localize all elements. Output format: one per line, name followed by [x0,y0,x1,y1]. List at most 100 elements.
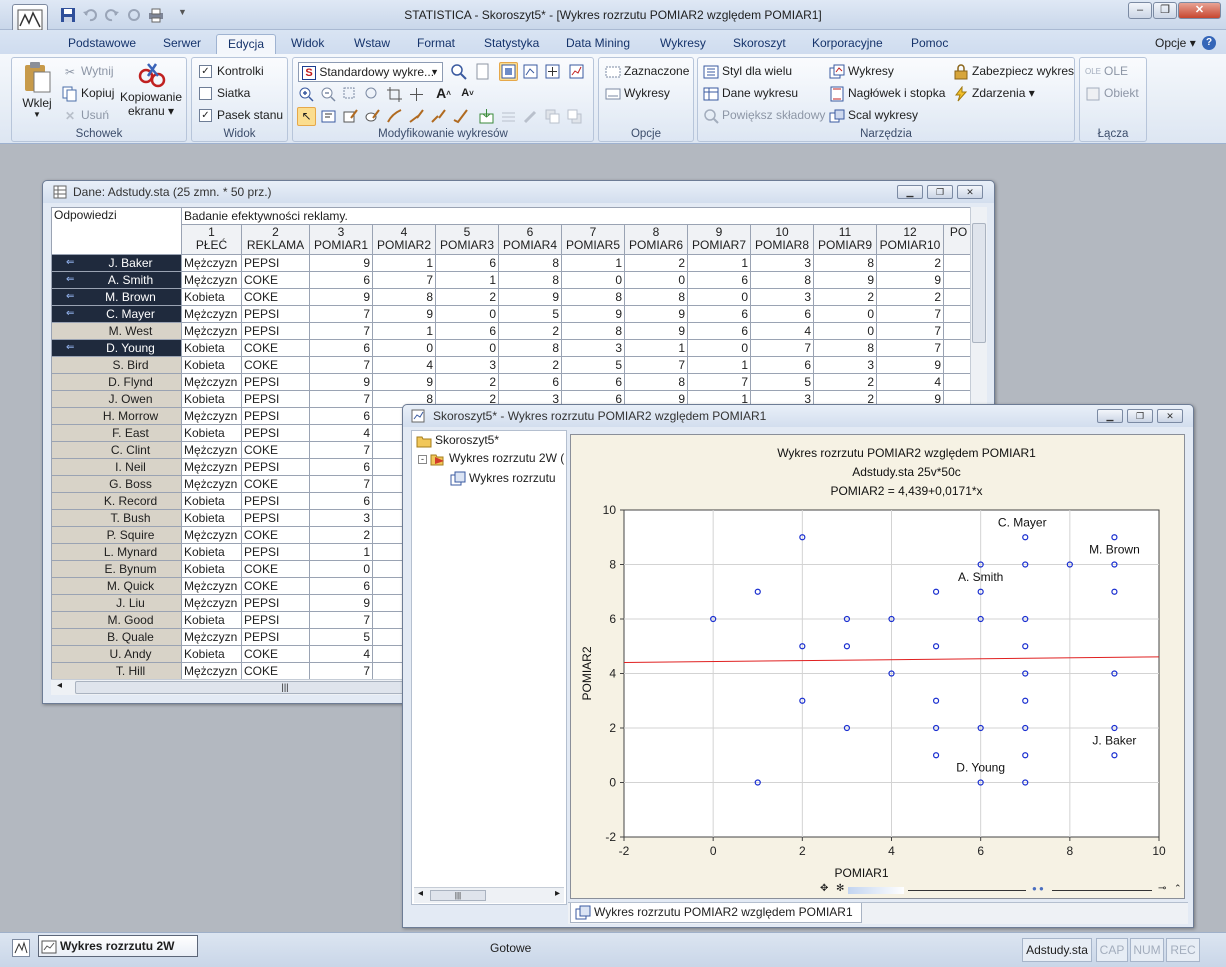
table-cell[interactable]: Mężczyzn [181,373,242,391]
table-row[interactable]: S. Bird Kobieta COKE 7 4 3 2 5 7 1 6 3 9 [51,356,970,374]
scatterplot-chart[interactable]: -2 0 2 4 6 8 10 -2 0 2 4 6 8 10 C. Mayer M. Brown A. Smi… [571,435,1184,898]
table-cell[interactable]: 8 [498,339,562,357]
close-button[interactable]: ✕ [1178,2,1221,19]
draw-freehand-icon[interactable] [385,107,404,126]
table-cell[interactable]: PEPSI [241,424,310,442]
table-cell[interactable]: 6 [309,271,373,289]
text-box-icon[interactable] [319,107,338,126]
table-cell[interactable]: 9 [309,288,373,306]
enlarge-component-button[interactable]: Powiększ składowy [703,108,825,124]
protect-chart-button[interactable]: Zabezpiecz wykres [953,64,1074,80]
table-cell[interactable]: 3 [435,356,499,374]
row-header[interactable]: ⇐ A. Smith [51,271,182,289]
pointer-icon[interactable]: ↖ [297,107,316,126]
data-window-close-button[interactable]: ✕ [957,185,983,199]
table-cell[interactable]: 9 [876,271,944,289]
table-cell[interactable]: 2 [876,288,944,306]
table-cell[interactable]: 9 [624,322,688,340]
table-cell[interactable]: Mężczyzn [181,441,242,459]
table-cell[interactable]: 0 [687,288,751,306]
table-cell[interactable]: 1 [624,339,688,357]
draw-line-icon[interactable] [407,107,426,126]
table-cell[interactable]: COKE [241,441,310,459]
tab-pomoc[interactable]: Pomoc [900,34,959,54]
table-cell[interactable]: 9 [372,373,436,391]
brush-icon[interactable] [521,107,540,126]
table-cell[interactable]: 7 [687,373,751,391]
table-cell[interactable]: Mężczyzn [181,475,242,493]
table-cell[interactable]: Kobieta [181,390,242,408]
table-cell[interactable]: 9 [561,305,625,323]
table-cell[interactable]: 7 [372,271,436,289]
table-cell[interactable]: Kobieta [181,492,242,510]
table-cell[interactable]: 0 [435,305,499,323]
draw-arrow-icon[interactable] [429,107,448,126]
tab-wstaw[interactable]: Wstaw [343,34,401,54]
table-cell[interactable]: 5 [561,356,625,374]
table-cell[interactable]: 8 [813,254,877,272]
table-cell[interactable]: 5 [498,305,562,323]
statusbar-checkbox[interactable]: ✓ Pasek stanu [199,108,283,123]
row-header[interactable]: G. Boss [51,475,182,493]
table-cell[interactable]: 7 [309,441,373,459]
table-cell[interactable]: 6 [687,271,751,289]
table-cell[interactable]: 7 [309,305,373,323]
table-cell[interactable]: Mężczyzn [181,577,242,595]
workbook-minimize-button[interactable]: ▁ [1097,409,1123,423]
table-cell[interactable]: 7 [624,356,688,374]
column-header[interactable]: 4 POMIAR2 [372,224,436,255]
column-header[interactable]: 12 POMIAR10 [876,224,944,255]
row-header[interactable]: J. Owen [51,390,182,408]
insert-object-icon[interactable] [477,107,496,126]
table-cell[interactable]: 8 [561,322,625,340]
column-header[interactable]: 1 PŁEĆ [181,224,242,255]
table-cell[interactable]: 5 [309,628,373,646]
chart-slider-2[interactable] [1052,890,1152,891]
row-header[interactable]: I. Neil [51,458,182,476]
table-cell[interactable]: 3 [813,356,877,374]
font-increase-icon[interactable]: A˄ [434,84,453,103]
draw-ellipse-icon[interactable] [363,107,382,126]
selected-button[interactable]: Zaznaczone [605,64,689,80]
table-cell[interactable]: 8 [561,288,625,306]
table-cell[interactable]: PEPSI [241,305,310,323]
table-cell[interactable]: Kobieta [181,288,242,306]
table-cell[interactable]: 1 [372,254,436,272]
events-button[interactable]: Zdarzenia ▾ [953,86,1035,102]
table-row[interactable]: ⇐ D. Young Kobieta COKE 6 0 0 8 3 1 0 7 8 7 [51,339,970,357]
tab-skoroszyt[interactable]: Skoroszyt [722,34,797,54]
tab-edycja[interactable]: Edycja [216,34,277,54]
table-cell[interactable]: 9 [372,305,436,323]
table-cell[interactable]: 1 [435,271,499,289]
row-header[interactable]: J. Liu [51,594,182,612]
table-cell[interactable]: PEPSI [241,628,310,646]
font-decrease-icon[interactable]: A˅ [458,84,477,103]
table-row[interactable]: ⇐ J. Baker Mężczyzn PEPSI 9 1 6 8 1 2 1 3 8 2 [51,254,970,272]
merge-charts-button[interactable]: Scal wykresy [829,108,918,124]
table-cell[interactable]: Mężczyzn [181,254,242,272]
table-cell[interactable]: 6 [750,305,814,323]
table-cell[interactable]: COKE [241,475,310,493]
app-mini-icon[interactable] [12,939,30,957]
table-cell[interactable]: 8 [813,339,877,357]
table-cell[interactable]: 2 [813,373,877,391]
table-cell[interactable]: Mężczyzn [181,322,242,340]
table-cell[interactable]: 8 [624,373,688,391]
table-cell[interactable]: 8 [624,288,688,306]
table-cell[interactable]: Mężczyzn [181,628,242,646]
tab-serwer[interactable]: Serwer [152,34,212,54]
table-cell[interactable]: PEPSI [241,611,310,629]
table-cell[interactable]: Kobieta [181,560,242,578]
table-cell[interactable]: 6 [309,577,373,595]
table-cell[interactable]: 6 [309,407,373,425]
chart-style-dropdown[interactable]: S Standardowy wykre... ▼ [298,62,443,82]
zoom-reset-icon[interactable] [363,85,382,104]
tab-format[interactable]: Format [406,34,466,54]
table-cell[interactable]: 2 [498,322,562,340]
maximize-button[interactable]: ❐ [1153,2,1177,19]
table-cell[interactable]: 9 [624,305,688,323]
object-button[interactable]: Obiekt [1085,86,1139,102]
controls-checkbox[interactable]: ✓ Kontrolki [199,64,264,79]
line-chart-icon[interactable] [567,62,586,81]
grid-icon[interactable] [499,107,518,126]
